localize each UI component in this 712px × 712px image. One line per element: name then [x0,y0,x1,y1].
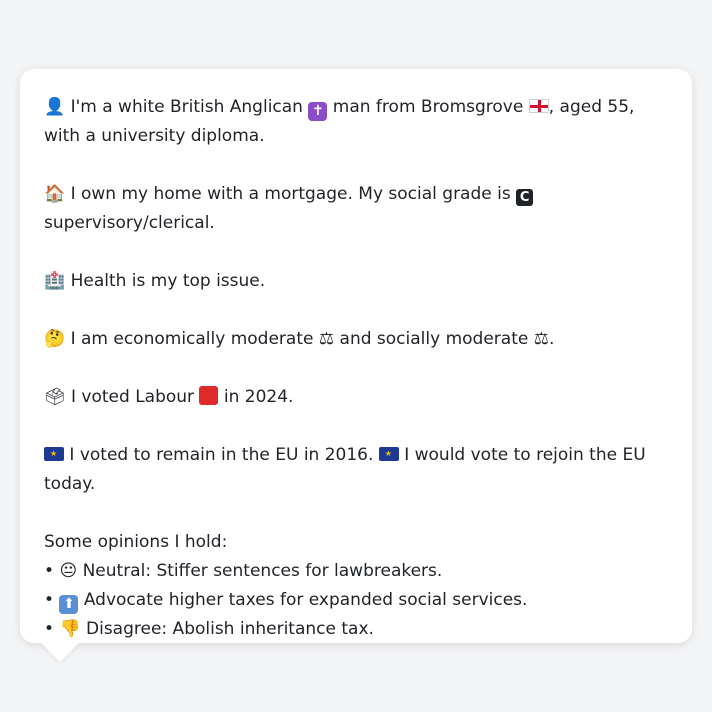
up-arrow-icon: ⬆ [59,595,79,614]
hospital-icon: 🏥 [44,271,66,291]
vote-text-a: I voted Labour [71,387,195,407]
house-icon: 🏠 [44,184,66,204]
vote-text-b: in 2024. [223,387,294,407]
person-silhouette-icon: 👤 [44,97,66,117]
opinions-heading: Some opinions I hold: [44,532,228,552]
eu-flag-icon [44,447,64,461]
identity-text-a: I'm a white British Anglican [70,97,303,117]
bullet: • [44,561,55,581]
red-square-icon [199,386,219,405]
thumbs-down-icon: 👎 [59,619,81,639]
opinion-text: Disagree: Abolish inheritance tax. [86,619,374,639]
grade-c-icon: C [516,189,534,206]
bullet: • [44,619,55,639]
ideology-text-b: and socially moderate [339,329,529,349]
bubble-tail [40,642,80,662]
opinion-item: • 😐 Neutral: Stiffer sentences for lawbr… [44,557,668,586]
balance-scale-icon: ⚖ [318,329,335,349]
opinion-item: • 👎 Disagree: Abolish inheritance tax. [44,615,668,644]
england-flag-icon [528,99,549,113]
latin-cross-icon: ✝ [308,102,328,121]
eu-flag-icon [378,447,399,461]
home-text-a: I own my home with a mortgage. My social… [70,184,511,204]
neutral-face-icon: 😐 [59,561,78,581]
home-text-b: supervisory/clerical. [44,213,215,233]
opinion-text: Advocate higher taxes for expanded socia… [83,590,528,610]
ideology-text-c: . [548,329,555,349]
home-line: 🏠 I own my home with a mortgage. My soci… [44,180,668,238]
identity-text-b: man from Bromsgrove [332,97,524,117]
ballot-box-icon: 🗳 [44,387,66,407]
health-text: Health is my top issue. [70,271,266,291]
eu-text-a: I voted to remain in the EU in 2016. [69,445,374,465]
balance-scale-icon: ⚖ [533,329,549,349]
vote-line: 🗳 I voted Labour in 2024. [44,383,668,412]
ideology-line: 🤔 I am economically moderate ⚖ and socia… [44,325,668,354]
opinion-text: Neutral: Stiffer sentences for lawbreake… [82,561,443,581]
thinking-face-icon: 🤔 [44,329,66,349]
health-line: 🏥 Health is my top issue. [44,267,668,296]
identity-line: 👤 I'm a white British Anglican ✝ man fro… [44,93,668,151]
eu-line: I voted to remain in the EU in 2016. I w… [44,441,668,499]
message-bubble: 👤 I'm a white British Anglican ✝ man fro… [20,69,692,643]
ideology-text-a: I am economically moderate [70,329,314,349]
opinion-item: • ⬆ Advocate higher taxes for expanded s… [44,586,668,615]
bullet: • [44,590,55,610]
